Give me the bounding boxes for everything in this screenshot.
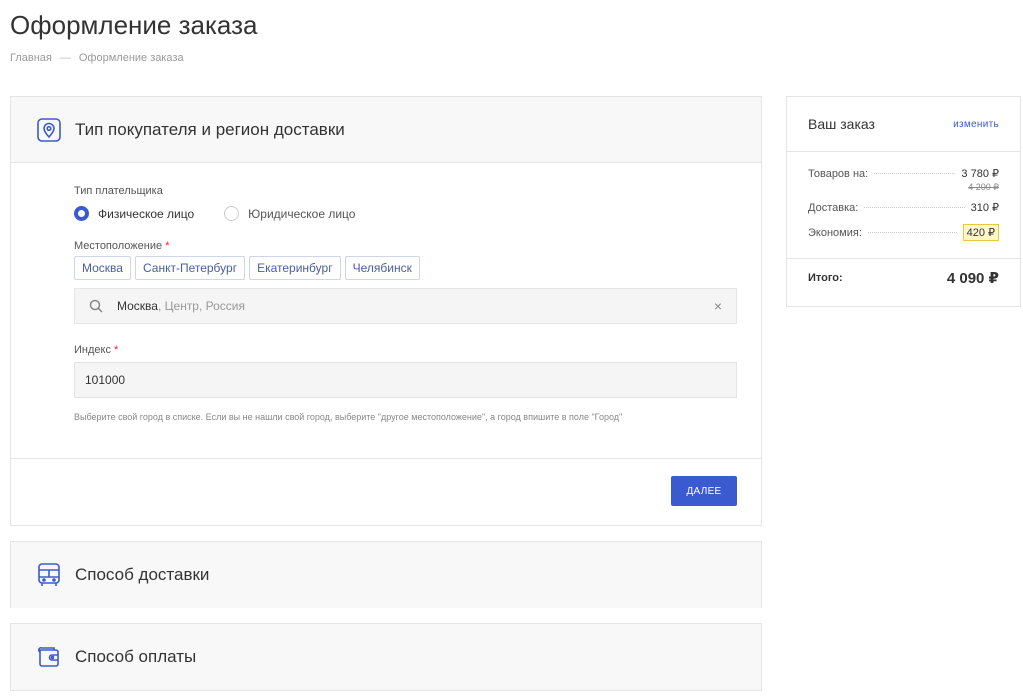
order-edit-link[interactable]: изменить [953,119,999,130]
economy-label: Экономия: [808,226,862,239]
payer-type-individual-label: Физическое лицо [98,206,195,221]
order-summary: Ваш заказ изменить Товаров на: 3 780 ₽ 4… [786,96,1021,307]
goods-total-row: Товаров на: 3 780 ₽ [808,167,999,181]
postal-index-input[interactable]: 101000 [74,362,737,398]
dotted-leader [867,232,957,233]
payment-method-section-title: Способ оплаты [75,647,197,666]
dotted-leader [874,173,956,174]
page-title: Оформление заказа [10,10,258,40]
bus-icon [36,562,62,588]
required-mark: * [114,344,119,356]
city-chip-moscow[interactable]: Москва [74,256,131,280]
dotted-leader [864,207,965,208]
city-chip-ekaterinburg[interactable]: Екатеринбург [249,256,341,280]
radio-checked-icon [74,206,89,221]
close-icon[interactable]: × [714,298,722,314]
delivery-cost-row: Доставка: 310 ₽ [808,201,999,215]
goods-total-value: 3 780 ₽ [961,168,999,180]
index-label-text: Индекс [74,344,111,356]
required-mark: * [165,240,170,252]
payer-type-label: Тип плательщика [74,185,163,197]
payer-type-legal-radio[interactable]: Юридическое лицо [224,206,355,221]
payer-type-legal-label: Юридическое лицо [248,206,356,221]
location-label: Местоположение * [74,240,737,252]
order-total-row: Итого: 4 090 ₽ [808,269,999,287]
delivery-method-section[interactable]: Способ доставки [10,541,762,608]
city-quick-select: Москва Санкт-Петербург Екатеринбург Челя… [74,256,737,280]
breadcrumb: Главная — Оформление заказа [10,52,184,64]
delivery-cost-value: 310 ₽ [970,202,999,214]
search-icon [89,299,103,313]
location-value-city: Москва [117,299,158,313]
breadcrumb-home-link[interactable]: Главная [10,52,52,64]
buyer-region-form: Тип плательщика Физическое лицо Юридичес… [74,185,737,422]
goods-old-price: 4 200 ₽ [968,182,999,192]
payer-type-radio-group: Физическое лицо Юридическое лицо [74,206,737,221]
goods-total-label: Товаров на: [808,167,869,180]
buyer-region-section-title: Тип покупателя и регион доставки [75,119,345,139]
delivery-cost-label: Доставка: [808,201,859,214]
economy-row: Экономия: 420 ₽ [808,224,999,241]
order-total-value: 4 090 ₽ [946,270,999,287]
payer-type-individual-radio[interactable]: Физическое лицо [74,206,194,221]
city-chip-spb[interactable]: Санкт-Петербург [134,256,246,280]
payment-method-section-header[interactable]: Способ оплаты [11,624,761,690]
breadcrumb-separator: — [59,52,71,64]
buyer-region-section-header[interactable]: Тип покупателя и регион доставки [11,97,761,163]
payment-method-section[interactable]: Способ оплаты [10,623,762,691]
next-button[interactable]: ДАЛЕЕ [671,476,737,506]
location-label-text: Местоположение [74,240,163,252]
breadcrumb-current: Оформление заказа [78,52,184,64]
order-summary-header: Ваш заказ изменить [787,97,1020,152]
wallet-icon [36,644,62,670]
economy-badge: 420 ₽ [962,224,999,241]
location-pin-icon [36,117,62,143]
section-divider [11,458,761,459]
delivery-method-section-title: Способ доставки [75,565,210,584]
order-total-label: Итого: [808,272,843,284]
city-chip-chelyabinsk[interactable]: Челябинск [344,256,420,280]
order-summary-divider [787,258,1020,259]
location-search-input[interactable]: Москва , Центр, Россия × [74,288,737,324]
location-value-region: , Центр, Россия [157,299,246,313]
index-label: Индекс * [74,344,737,356]
order-summary-title: Ваш заказ [808,116,875,132]
buyer-region-section: Тип покупателя и регион доставки Тип пла… [10,96,762,526]
delivery-method-section-header[interactable]: Способ доставки [11,542,761,608]
radio-unchecked-icon [224,206,240,221]
location-hint-text: Выберите свой город в списке. Если вы не… [74,412,623,422]
